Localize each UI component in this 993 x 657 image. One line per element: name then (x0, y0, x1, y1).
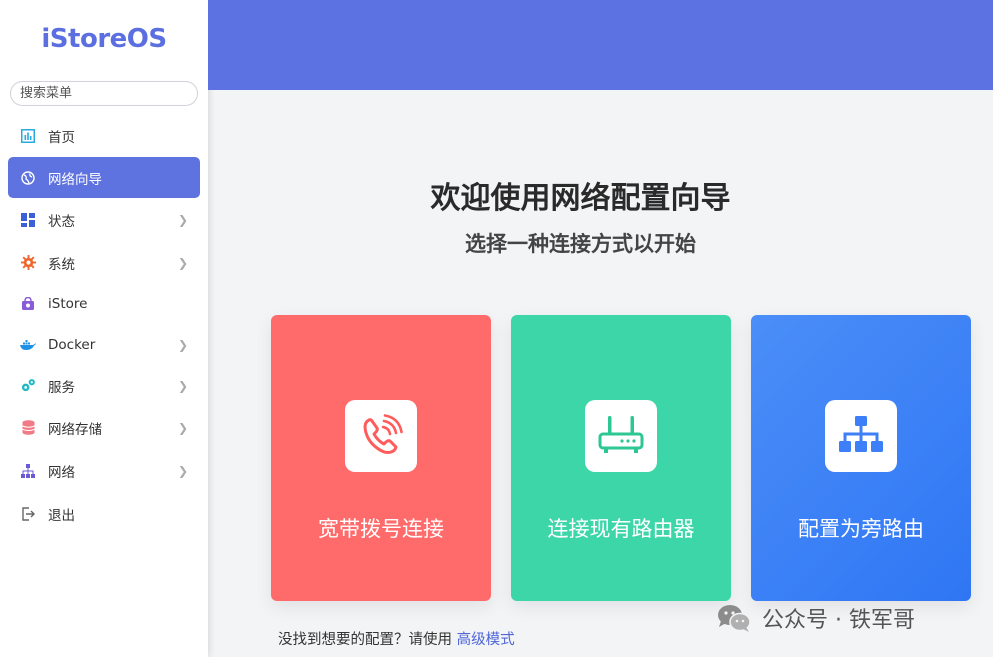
page-title: 欢迎使用网络配置向导 (430, 181, 731, 216)
network-icon (20, 463, 36, 479)
sidebar-item-network[interactable]: 网络 ❯ (8, 450, 200, 491)
sidebar-item-label: 状态 (48, 213, 75, 230)
sidebar-item-label: Docker (48, 336, 96, 353)
pppoe-dialup-card[interactable]: 宽带拨号连接 (271, 315, 491, 601)
dashboard-icon (20, 128, 36, 144)
gear-icon (20, 255, 36, 271)
sidebar-item-label: 系统 (48, 256, 75, 273)
logout-icon (20, 506, 36, 522)
card-label: 宽带拨号连接 (318, 517, 444, 541)
sidebar-item-label: 服务 (48, 379, 75, 396)
router-icon (585, 400, 657, 472)
advanced-mode-note: 没找到想要的配置？请使用 高级模式 (278, 628, 515, 649)
sidebar-item-label: 网络向导 (48, 171, 102, 188)
globe-icon (20, 170, 36, 186)
footer-text: 没找到想要的配置？请使用 (278, 632, 452, 648)
menu-search-input[interactable] (10, 81, 198, 106)
card-label: 连接现有路由器 (547, 517, 695, 541)
sidebar-item-home[interactable]: 首页 (8, 115, 200, 156)
sidebar-item-label: 首页 (48, 129, 75, 146)
chevron-right-icon: ❯ (177, 378, 188, 393)
chevron-right-icon: ❯ (177, 463, 188, 478)
database-icon (20, 420, 36, 436)
sidebar-item-label: 退出 (48, 507, 75, 524)
sidebar-item-label: 网络 (48, 464, 75, 481)
store-icon (20, 296, 36, 312)
sidebar-item-istore[interactable]: iStore (8, 283, 200, 324)
bypass-router-card[interactable]: 配置为旁路由 (751, 315, 971, 601)
existing-router-card[interactable]: 连接现有路由器 (511, 315, 731, 601)
sidebar: iStoreOS 首页 网络向导 状态 ❯ (0, 0, 208, 657)
sidebar-item-docker[interactable]: Docker ❯ (8, 324, 200, 365)
card-label: 配置为旁路由 (798, 517, 924, 541)
sidebar-item-network-storage[interactable]: 网络存储 ❯ (8, 407, 200, 448)
page-subtitle: 选择一种连接方式以开始 (465, 232, 696, 256)
grid-icon (20, 212, 36, 228)
chevron-right-icon: ❯ (177, 337, 188, 352)
services-icon (20, 378, 36, 394)
sidebar-item-label: 网络存储 (48, 421, 102, 438)
advanced-mode-link[interactable]: 高级模式 (457, 632, 515, 648)
docker-icon (20, 337, 36, 353)
sidebar-item-services[interactable]: 服务 ❯ (8, 365, 200, 406)
top-banner (208, 0, 993, 90)
wechat-icon (718, 605, 751, 632)
app-logo[interactable]: iStoreOS (0, 24, 208, 54)
sidebar-item-logout[interactable]: 退出 (8, 493, 200, 534)
chevron-right-icon: ❯ (177, 420, 188, 435)
sidebar-item-label: iStore (48, 295, 88, 312)
watermark-text: 公众号 · 铁军哥 (762, 608, 915, 633)
sitemap-icon (825, 400, 897, 472)
watermark: 公众号 · 铁军哥 (716, 600, 915, 636)
phone-icon (345, 400, 417, 472)
